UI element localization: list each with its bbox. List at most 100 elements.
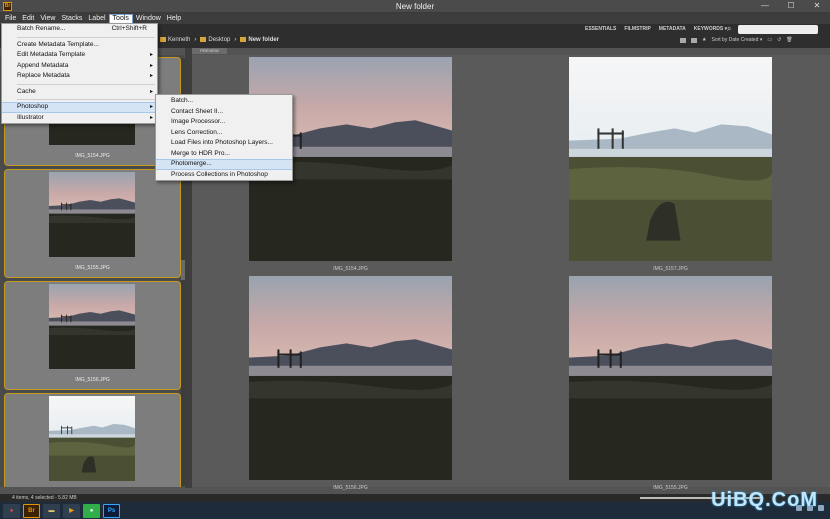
- chevron-right-icon: ›: [234, 37, 237, 44]
- submenu-item-batch[interactable]: Batch...: [156, 96, 292, 107]
- new-folder-icon[interactable]: ▭: [767, 37, 772, 43]
- view-list-icon[interactable]: [691, 37, 697, 43]
- thumbnail-filename: IMG_5154.JPG: [75, 153, 110, 159]
- maximize-button[interactable]: ☐: [778, 0, 804, 13]
- sort-toolbar: ★ Sort by Date Created ▾ ▭ ↺ 🗑: [680, 37, 793, 43]
- menu-item-append-metadata[interactable]: Append Metadata ▸: [2, 61, 157, 72]
- submenu-arrow-icon: ▸: [149, 88, 153, 95]
- menu-item-replace-metadata[interactable]: Replace Metadata ▸: [2, 71, 157, 82]
- menu-separator: [17, 83, 155, 85]
- preview-image[interactable]: [569, 276, 772, 480]
- menu-item-label: Create Metadata Template...: [17, 40, 99, 48]
- crumb-label: Kenneth: [168, 37, 191, 44]
- window-controls: — ☐ ✕: [752, 0, 830, 13]
- thumbnail-card[interactable]: [4, 393, 181, 487]
- workspace-essentials[interactable]: ESSENTIALS: [585, 26, 616, 32]
- thumbnail-filename: IMG_5156.JPG: [75, 377, 110, 383]
- tab-preview[interactable]: PREVIEW: [192, 48, 227, 54]
- preview-image[interactable]: [249, 276, 452, 480]
- thumbnail-filename: IMG_5155.JPG: [75, 265, 110, 271]
- menu-edit[interactable]: Edit: [19, 14, 37, 24]
- close-button[interactable]: ✕: [804, 0, 830, 13]
- minimize-button[interactable]: —: [752, 0, 778, 13]
- menu-item-illustrator[interactable]: Illustrator ▸: [2, 113, 157, 124]
- menu-label[interactable]: Label: [85, 14, 108, 24]
- workspace-filmstrip[interactable]: FILMSTRIP: [624, 26, 650, 32]
- folder-icon: [160, 37, 166, 42]
- thumbnail-image: [49, 284, 135, 369]
- crumb-label: New folder: [248, 37, 280, 44]
- line-icon[interactable]: ●: [83, 503, 100, 518]
- workspace-metadata[interactable]: METADATA: [659, 26, 686, 32]
- window-title: New folder: [395, 2, 435, 11]
- taskbar: ● Br ▬ ▶ ● Ps: [0, 502, 830, 519]
- menu-item-label: Illustrator: [17, 113, 44, 121]
- search-icon: ⌕: [727, 24, 732, 33]
- menu-window[interactable]: Window: [133, 14, 164, 24]
- tools-menu: Batch Rename... Ctrl+Shift+R Create Metad…: [1, 23, 158, 124]
- title-bar: Br New folder — ☐ ✕: [0, 0, 830, 13]
- tray-volume-icon[interactable]: [818, 505, 824, 511]
- menu-item-label: Replace Metadata: [17, 72, 70, 79]
- submenu-item-load-layers[interactable]: Load Files into Photoshop Layers...: [156, 138, 292, 149]
- photoshop-taskbar-icon[interactable]: Ps: [103, 503, 120, 518]
- submenu-item-merge-hdr[interactable]: Merge to HDR Pro...: [156, 149, 292, 160]
- breadcrumb-item[interactable]: Kenneth: [160, 37, 190, 43]
- submenu-arrow-icon: ▸: [149, 73, 153, 79]
- submenu-arrow-icon: ▸: [149, 62, 153, 69]
- submenu-item-process-collections[interactable]: Process Collections in Photoshop: [156, 170, 292, 181]
- menu-item-batch-rename[interactable]: Batch Rename... Ctrl+Shift+R: [2, 24, 157, 35]
- watermark-logo: UiBQ.CoM: [711, 489, 818, 511]
- rotate-icon[interactable]: ↺: [777, 37, 781, 43]
- menu-help[interactable]: Help: [164, 14, 184, 24]
- menu-stacks[interactable]: Stacks: [58, 14, 85, 24]
- menu-item-label: Photoshop: [17, 103, 49, 110]
- menu-separator: [17, 99, 155, 100]
- submenu-arrow-icon: ▸: [149, 52, 153, 58]
- thumbnail-image: [49, 172, 135, 257]
- breadcrumb-item[interactable]: Desktop: [200, 37, 230, 43]
- menu-file[interactable]: File: [2, 14, 19, 24]
- photoshop-submenu: Batch... Contact Sheet II... Image Proce…: [155, 94, 293, 181]
- star-filter-icon[interactable]: ★: [702, 37, 706, 43]
- bridge-taskbar-icon[interactable]: Br: [23, 503, 40, 518]
- sort-dropdown[interactable]: Sort by Date Created ▾: [711, 37, 762, 43]
- submenu-item-image-processor[interactable]: Image Processor...: [156, 117, 292, 128]
- menu-view[interactable]: View: [37, 14, 58, 24]
- menu-item-label: Append Metadata: [17, 61, 69, 69]
- thumbnail-card[interactable]: IMG_5156.JPG: [4, 281, 181, 390]
- folder-icon: [200, 37, 207, 42]
- menu-tools[interactable]: Tools: [108, 13, 133, 24]
- breadcrumb-item[interactable]: New folder: [240, 37, 279, 43]
- menu-item-label: Batch Rename...: [17, 25, 66, 32]
- crumb-label: Desktop: [208, 37, 231, 44]
- menu-separator: [17, 36, 155, 38]
- submenu-arrow-icon: ▸: [149, 114, 153, 121]
- media-player-icon[interactable]: ▶: [63, 503, 80, 518]
- workspace-keywords[interactable]: KEYWORDS ▾: [694, 26, 727, 32]
- menu-item-edit-metadata-template[interactable]: Edit Metadata Template ▸: [2, 50, 157, 61]
- folder-icon: [240, 37, 247, 42]
- menu-item-label: Edit Metadata Template: [17, 51, 86, 58]
- thumbnail-image: [49, 396, 135, 481]
- menu-item-label: Cache: [17, 87, 36, 95]
- chevron-right-icon: ›: [194, 37, 197, 44]
- submenu-item-contact-sheet[interactable]: Contact Sheet II...: [156, 107, 292, 118]
- preview-image[interactable]: [569, 57, 772, 261]
- submenu-item-photomerge[interactable]: Photomerge...: [156, 159, 292, 170]
- file-explorer-icon[interactable]: ▬: [43, 503, 60, 518]
- chrome-icon[interactable]: ●: [3, 503, 20, 518]
- search-input[interactable]: [738, 25, 818, 34]
- submenu-item-lens-correction[interactable]: Lens Correction...: [156, 128, 292, 139]
- preview-filename: IMG_5154.JPG: [333, 266, 368, 272]
- view-grid-icon[interactable]: [680, 37, 686, 43]
- menu-item-cache[interactable]: Cache ▸: [2, 87, 157, 98]
- preview-filename: IMG_5157.JPG: [653, 266, 688, 272]
- delete-icon[interactable]: 🗑: [786, 37, 792, 43]
- menu-shortcut: Ctrl+Shift+R: [111, 25, 147, 32]
- thumbnail-card[interactable]: IMG_5155.JPG: [4, 169, 181, 278]
- menu-item-photoshop[interactable]: Photoshop ▸: [2, 102, 157, 113]
- preview-filename: IMG_5156.JPG: [333, 485, 368, 491]
- breadcrumb: Kenneth › Desktop › New folder: [160, 37, 279, 43]
- menu-item-create-metadata-template[interactable]: Create Metadata Template...: [2, 40, 157, 51]
